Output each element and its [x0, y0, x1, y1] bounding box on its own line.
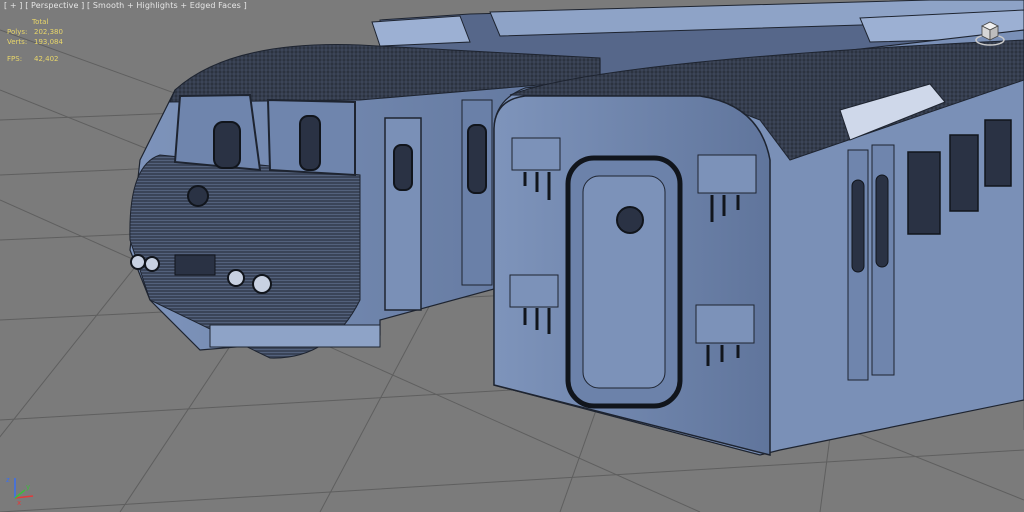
front-carriage: [493, 29, 1024, 456]
verts-label: Verts:: [7, 38, 28, 46]
verts-value: 193,084: [34, 38, 63, 46]
fps-value: 42,402: [34, 55, 59, 63]
scene-render[interactable]: [0, 0, 1024, 512]
viewport-shading-menu[interactable]: [ Smooth + Highlights + Edged Faces ]: [87, 1, 247, 10]
viewport-label[interactable]: [ + ] [ Perspective ] [ Smooth + Highlig…: [4, 1, 247, 10]
viewport-view-menu[interactable]: [ Perspective ]: [25, 1, 84, 10]
svg-text:y: y: [26, 483, 30, 491]
statistics-overlay: Total Polys: 202,380 Verts: 193,084 FPS: 42…: [7, 17, 63, 64]
fps-label: FPS:: [7, 55, 23, 63]
svg-text:z: z: [6, 476, 10, 484]
polys-label: Polys:: [7, 28, 28, 36]
perspective-viewport[interactable]: [ + ] [ Perspective ] [ Smooth + Highlig…: [0, 0, 1024, 512]
viewport-menu-plus[interactable]: [ + ]: [4, 1, 23, 10]
axis-tripod-icon: z x y: [6, 476, 34, 506]
stats-header: Total: [32, 18, 49, 26]
viewcube-icon[interactable]: [974, 16, 1006, 48]
polys-value: 202,380: [34, 28, 63, 36]
svg-text:x: x: [17, 499, 21, 506]
